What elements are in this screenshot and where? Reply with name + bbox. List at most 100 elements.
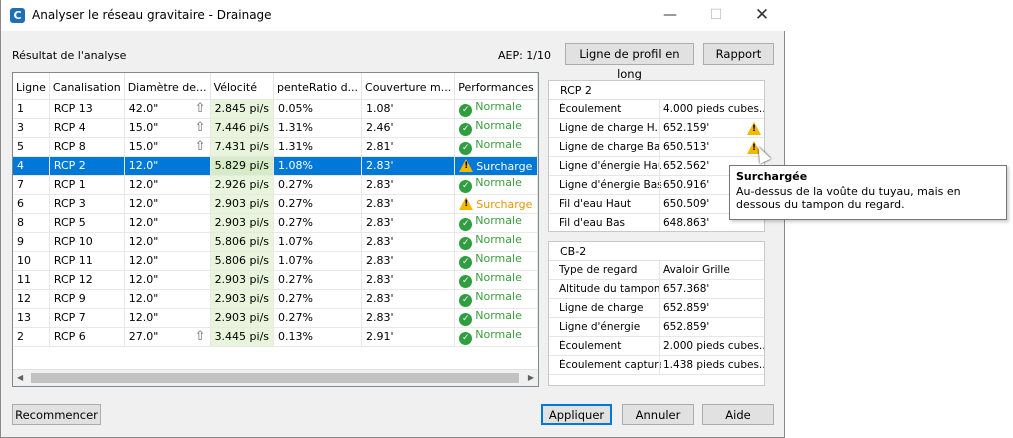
cell-pente: 0.27% [273, 308, 363, 328]
column-header[interactable]: Diamètre de... [124, 73, 211, 100]
cell-couverture: 2.81' [361, 137, 456, 157]
property-name: Écoulement capturé [559, 359, 661, 371]
property-row[interactable]: Ligne de charge 652.859' [549, 299, 764, 318]
diameter-value: 12.0" [128, 235, 159, 248]
table-row[interactable]: 3 RCP 4 15.0" ⇧ 7.446 pi/s 1.31% 2.46' ✓ Normale… [13, 118, 538, 138]
table-row[interactable]: 7RCP 112.0"2.926 pi/s0.27%2.83'✓NormaleC… [13, 175, 538, 195]
property-value: 652.859' [663, 321, 710, 333]
horizontal-scrollbar[interactable]: ◀ ▶ [13, 369, 538, 386]
cell-couverture: 2.83' [361, 175, 456, 195]
cell-diametre: 12.0" [124, 194, 211, 214]
performance-label: Surcharge [476, 197, 533, 211]
maximize-button[interactable]: ☐ [693, 0, 739, 31]
cell-ligne: 7 [13, 175, 50, 195]
table-row[interactable]: 2 RCP 6 27.0" ⇧ 3.445 pi/s 0.13% 2.91' ✓ Normale… [13, 327, 538, 347]
performance-label: Normale [475, 328, 522, 341]
profile-button[interactable]: Ligne de profil en long [565, 43, 694, 81]
cell-canalisation: RCP 2 [49, 156, 125, 176]
table-row[interactable]: 13 RCP 7 12.0" 2.903 pi/s 0.27% 2.83' ✓ Normale… [13, 308, 538, 328]
cell-velocite: 5.806 pi/s [210, 251, 275, 271]
close-button[interactable]: ✕ [739, 0, 785, 31]
table-row[interactable]: 8RCP 512.0"2.903 pi/s0.27%2.83'✓NormaleC… [13, 213, 538, 233]
report-button[interactable]: Rapport [703, 43, 774, 65]
column-header[interactable]: Performances [454, 73, 538, 100]
cell-couverture: 2.83' [361, 251, 456, 271]
table-row[interactable]: 12 RCP 9 12.0" 2.903 pi/s 0.27% 2.83' ✓ Normale… [13, 289, 538, 309]
cell-canalisation: RCP 9 [49, 289, 125, 309]
cell-velocite: 2.926 pi/s [210, 175, 275, 195]
cell-performances: ✓ Normale [454, 213, 538, 233]
cell-canalisation: RCP 3 [49, 194, 125, 214]
cancel-button[interactable]: Annuler [622, 404, 694, 425]
table-row[interactable]: 10 RCP 11 12.0" 5.806 pi/s 1.07% 2.83' ✓ Normal… [13, 251, 538, 271]
column-header[interactable]: penteRatio d... [273, 73, 363, 100]
property-row[interactable]: Altitude du tampon 657.368' [549, 280, 764, 299]
property-row[interactable]: Écoulement 4.000 pieds cubes... [549, 100, 764, 119]
check-circle-icon: ✓ [459, 123, 473, 136]
performance-label: Surcharge [476, 159, 533, 173]
up-arrow-icon: ⇧ [194, 100, 206, 116]
property-row[interactable]: Écoulement capturé 1.438 pieds cubes... [549, 356, 764, 375]
cell-pente: 0.27% [273, 213, 363, 233]
scroll-left-icon[interactable]: ◀ [17, 373, 23, 382]
cell-pente: 0.27% [273, 270, 363, 290]
column-divider [659, 318, 660, 337]
cell-pente: 0.27% [273, 289, 363, 309]
property-name: Écoulement [559, 340, 622, 352]
column-header[interactable]: Couverture m... [361, 73, 456, 100]
minimize-button[interactable]: — [647, 0, 693, 31]
tooltip-title: Surchargée [736, 170, 808, 183]
check-circle-icon: ✓ [459, 256, 473, 269]
performance-label: Normale [475, 271, 522, 284]
column-header[interactable]: Ligne [13, 73, 50, 100]
column-header[interactable]: Vélocité [210, 73, 275, 100]
table-row[interactable]: 6RCP 312.0" 2.903 pi/s0.27%2.83' Surcharge… [13, 194, 538, 214]
cell-couverture: 2.83' [361, 194, 456, 214]
check-circle-icon: ✓ [459, 294, 473, 307]
cell-canalisation: RCP 6 [49, 327, 125, 347]
property-row[interactable]: Écoulement 2.000 pieds cubes... [549, 337, 764, 356]
check-circle-icon: ✓ [459, 218, 473, 231]
scroll-right-icon[interactable]: ▶ [528, 373, 534, 382]
cell-velocite: 2.903 pi/s [210, 270, 275, 290]
structure-properties-panel: CB-2 Type de regard Avaloir Grille Altitud… [548, 241, 765, 386]
table-row[interactable]: 1 RCP 13 42.0" ⇧ 2.845 pi/s 0.05% 1.08' ✓ Normal… [13, 99, 538, 119]
apply-button[interactable]: Appliquer [541, 404, 612, 425]
scrollbar-thumb[interactable] [31, 373, 519, 383]
cell-regard: CB-10 [537, 137, 538, 157]
property-name: Ligne d'énergie [559, 321, 641, 333]
property-name: Ligne d'énergie Haut [559, 160, 661, 172]
property-value: 2.000 pieds cubes... [663, 340, 765, 352]
restart-button[interactable]: Recommencer [12, 404, 101, 425]
diameter-value: 27.0" [128, 329, 159, 343]
title-bar: C Analyser le réseau gravitaire - Draina… [1, 0, 785, 31]
table-row[interactable]: 9 RCP 10 12.0" 5.806 pi/s 1.07% 2.83' ✓ Normale… [13, 232, 538, 252]
diameter-value: 12.0" [128, 254, 159, 267]
table-row[interactable]: 5 RCP 8 15.0" ⇧ 7.431 pi/s 1.31% 2.81' ✓ Normale… [13, 137, 538, 157]
cell-performances: ✓ Normale [454, 308, 538, 328]
column-header[interactable]: Canalisation [49, 73, 125, 100]
property-row[interactable]: Ligne de charge Bas 650.513' [549, 138, 764, 157]
cell-ligne: 8 [13, 213, 50, 233]
help-button[interactable]: Aide [702, 404, 774, 425]
cell-couverture: 2.83' [361, 308, 456, 328]
cell-performances: ✓ Normale [454, 232, 538, 252]
column-header[interactable]: Regard [537, 73, 538, 100]
property-value: Avaloir Grille [663, 264, 730, 276]
up-arrow-icon: ⇧ [194, 328, 206, 344]
aep-label: AEP: 1/10 [498, 49, 552, 62]
property-row[interactable]: Ligne de charge H... 652.159' [549, 119, 764, 138]
cell-regard: CB-6 [537, 327, 538, 347]
property-row[interactable]: Ligne d'énergie 652.859' [549, 318, 764, 337]
property-row[interactable]: Type de regard Avaloir Grille [549, 261, 764, 280]
table-row[interactable]: 4RCP 212.0" 5.829 pi/s1.08%2.83' Surcharge… [13, 156, 538, 176]
column-divider [659, 356, 660, 375]
table-row[interactable]: 11 RCP 12 12.0" 2.903 pi/s 0.27% 2.83' ✓ Normal… [13, 270, 538, 290]
performance-label: Normale [475, 214, 522, 227]
tooltip-body: Au-dessus de la voûte du tuyau, mais en … [736, 185, 961, 211]
results-grid: Ligne Canalisation Diamètre de... Vélocité p… [12, 72, 539, 387]
warning-icon[interactable] [747, 122, 761, 135]
up-arrow-icon: ⇧ [194, 138, 206, 154]
property-name: Ligne d'énergie Bas [559, 179, 661, 191]
cell-ligne: 4 [13, 156, 50, 176]
